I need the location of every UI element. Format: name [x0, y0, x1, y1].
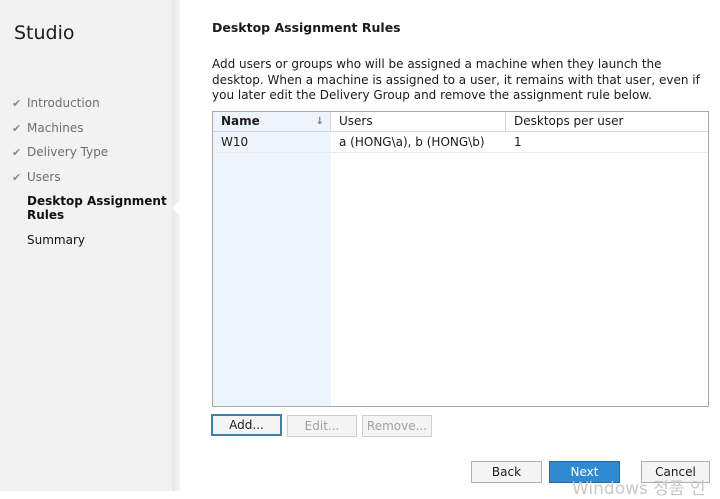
checkmark-icon: ✔	[12, 121, 22, 135]
table-row[interactable]: W10 a (HONG\a), b (HONG\b) 1	[213, 132, 708, 153]
assignment-rules-table[interactable]: Name ↓ Users Desktops per user W10 a (HO…	[212, 111, 709, 407]
cell-desktops: 1	[514, 135, 522, 149]
page-description: Add users or groups who will be assigned…	[212, 57, 700, 102]
active-step-pointer	[172, 200, 180, 216]
app-title: Studio	[14, 22, 75, 44]
cell-name: W10	[221, 135, 249, 149]
step-machines[interactable]: ✔ Machines	[12, 121, 172, 146]
step-label: Users	[27, 169, 61, 184]
step-label: Delivery Type	[27, 145, 109, 159]
step-delivery-type[interactable]: ✔ Delivery Type	[12, 145, 172, 170]
column-header-users[interactable]: Users	[331, 112, 506, 131]
column-header-desktops[interactable]: Desktops per user	[506, 112, 708, 131]
step-desktop-assignment-rules[interactable]: Desktop Assignment Rules	[12, 194, 172, 233]
checkmark-icon: ✔	[12, 97, 22, 110]
cell-users: a (HONG\a), b (HONG\b)	[339, 135, 485, 149]
checkmark-icon: ✔	[12, 146, 22, 159]
step-label: Desktop Assignment Rules	[27, 194, 167, 222]
wizard-sidebar: Studio ✔ Introduction ✔ Machines ✔ Deliv…	[0, 0, 178, 491]
step-introduction[interactable]: ✔ Introduction	[12, 96, 172, 121]
step-users[interactable]: ✔ Users	[12, 170, 172, 195]
page-title: Desktop Assignment Rules	[212, 20, 401, 35]
step-label: Introduction	[27, 96, 100, 110]
column-header-name[interactable]: Name ↓	[213, 112, 331, 131]
table-header: Name ↓ Users Desktops per user	[213, 112, 708, 132]
edit-button[interactable]: Edit...	[287, 415, 357, 437]
add-button[interactable]: Add...	[211, 414, 282, 436]
back-button[interactable]: Back	[471, 461, 542, 483]
step-label: Summary	[27, 233, 85, 247]
sort-icon: ↓	[315, 116, 324, 127]
checkmark-icon: ✔	[12, 170, 22, 184]
step-label: Machines	[27, 120, 84, 135]
wizard-steps: ✔ Introduction ✔ Machines ✔ Delivery Typ…	[12, 96, 172, 258]
step-summary[interactable]: Summary	[12, 233, 172, 258]
windows-activation-watermark: Windows 정품 인	[572, 479, 706, 499]
name-column-shade	[213, 112, 331, 406]
sidebar-divider	[172, 0, 180, 491]
remove-button[interactable]: Remove...	[362, 415, 432, 437]
